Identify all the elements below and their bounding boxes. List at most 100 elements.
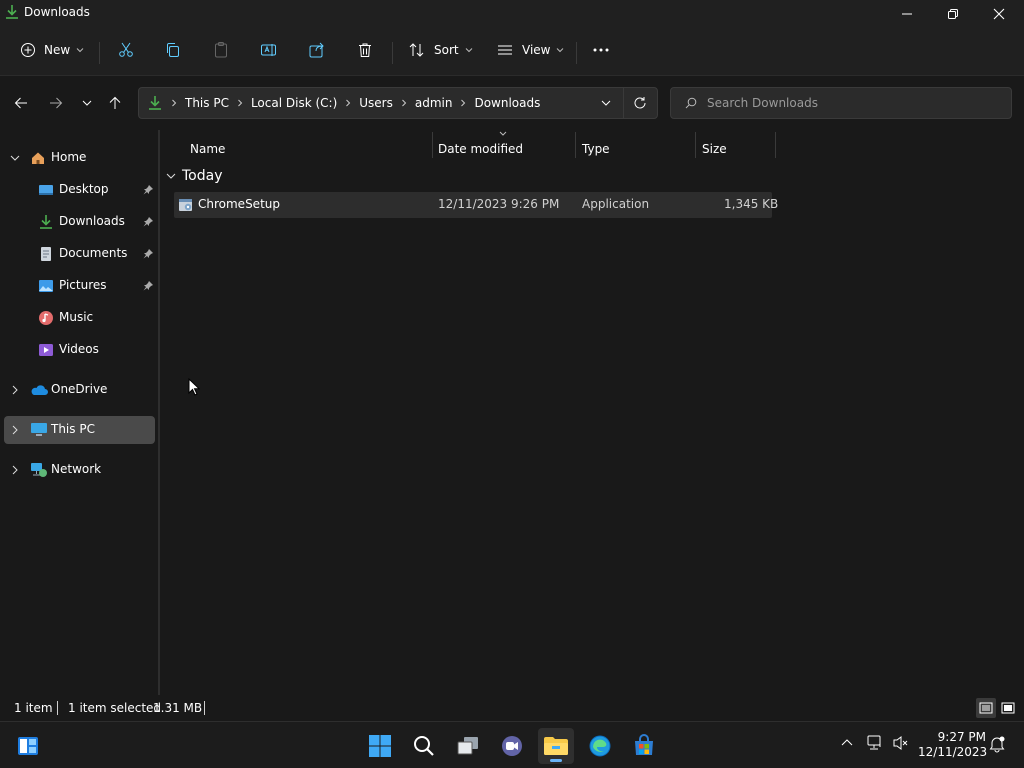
- sidebar-item-network[interactable]: Network: [4, 456, 155, 484]
- file-explorer-taskbar-button[interactable]: [538, 728, 574, 764]
- taskbar-clock[interactable]: 9:27 PM 12/11/2023: [918, 730, 987, 760]
- share-button[interactable]: [308, 36, 326, 64]
- column-header-date-modified[interactable]: Date modified: [438, 138, 523, 160]
- pc-icon: [31, 423, 47, 436]
- view-button[interactable]: View: [496, 36, 564, 64]
- pin-icon[interactable]: [142, 216, 154, 228]
- details-view-icon: [979, 702, 993, 714]
- sidebar-item-documents[interactable]: Documents: [4, 240, 155, 268]
- sidebar-item-pictures[interactable]: Pictures: [4, 272, 155, 300]
- minimize-button[interactable]: [884, 0, 930, 28]
- folder-icon: [544, 737, 568, 755]
- search-taskbar-button[interactable]: [406, 728, 442, 764]
- sidebar-item-home[interactable]: Home: [4, 144, 155, 172]
- item-count: 1 item: [14, 701, 53, 715]
- downloads-app-icon: [4, 4, 20, 20]
- copy-button[interactable]: [164, 36, 182, 64]
- column-header-size[interactable]: Size: [702, 138, 727, 160]
- toolbar-divider: [392, 42, 393, 64]
- see-more-button[interactable]: [592, 36, 610, 64]
- breadcrumb-downloads[interactable]: Downloads: [474, 96, 540, 110]
- sort-icon: [409, 43, 424, 57]
- group-header-today[interactable]: Today: [166, 166, 223, 186]
- task-view-icon: [457, 737, 478, 755]
- search-input[interactable]: [707, 94, 997, 112]
- sidebar-item-this-pc[interactable]: This PC: [4, 416, 155, 444]
- mouse-cursor-icon: [188, 378, 200, 396]
- widgets-button[interactable]: [10, 728, 46, 764]
- close-button[interactable]: [976, 0, 1022, 28]
- column-divider[interactable]: [775, 132, 776, 158]
- forward-button[interactable]: [45, 92, 67, 114]
- onedrive-icon: [31, 385, 48, 395]
- chevron-down-icon: [166, 173, 176, 179]
- notification-bell-icon: [989, 736, 1005, 753]
- recent-locations-button[interactable]: [76, 92, 98, 114]
- sidebar-item-music[interactable]: Music: [4, 304, 155, 332]
- column-divider[interactable]: [432, 132, 433, 158]
- widgets-icon: [18, 737, 38, 755]
- taskbar: 9:27 PM 12/11/2023: [0, 721, 1024, 768]
- chevron-right-icon[interactable]: [10, 465, 20, 475]
- notifications-button[interactable]: [988, 735, 1006, 753]
- show-hidden-icons-button[interactable]: [840, 735, 854, 749]
- sidebar-item-videos[interactable]: Videos: [4, 336, 155, 364]
- column-divider[interactable]: [575, 132, 576, 158]
- pin-icon[interactable]: [142, 280, 154, 292]
- pin-icon[interactable]: [142, 184, 154, 196]
- tiles-view-icon: [1001, 702, 1015, 714]
- scissors-icon: [119, 42, 133, 57]
- sidebar-item-downloads[interactable]: Downloads: [4, 208, 155, 236]
- volume-button[interactable]: [892, 735, 910, 751]
- store-taskbar-button[interactable]: [626, 728, 662, 764]
- pin-icon[interactable]: [142, 248, 154, 260]
- chevron-down-icon[interactable]: [10, 153, 20, 163]
- tiles-view-button[interactable]: [998, 698, 1018, 718]
- address-bar[interactable]: This PC Local Disk (C:) Users admin Down…: [138, 87, 658, 119]
- up-button[interactable]: [104, 92, 126, 114]
- column-header-name[interactable]: Name: [190, 138, 225, 160]
- restore-button[interactable]: [930, 0, 976, 28]
- breadcrumb-users[interactable]: Users: [359, 96, 393, 110]
- file-list: Name Date modified Type Size Today Chrom…: [160, 130, 1024, 695]
- breadcrumb-admin[interactable]: admin: [415, 96, 453, 110]
- search-box[interactable]: [670, 87, 1012, 119]
- sidebar-item-label: Music: [59, 310, 94, 324]
- task-view-button[interactable]: [450, 728, 486, 764]
- cut-button[interactable]: [117, 36, 135, 64]
- paste-button[interactable]: [212, 36, 230, 64]
- status-separator: [204, 701, 205, 715]
- rename-icon: [261, 44, 276, 56]
- start-button[interactable]: [362, 728, 398, 764]
- file-size: 1,345 KB: [724, 197, 779, 211]
- address-dropdown-button[interactable]: [601, 98, 611, 108]
- chevron-right-icon: [172, 99, 177, 107]
- column-divider[interactable]: [695, 132, 696, 158]
- share-icon: [309, 42, 324, 58]
- clock-time: 9:27 PM: [937, 730, 986, 744]
- sidebar-item-onedrive[interactable]: OneDrive: [4, 376, 155, 404]
- address-divider: [623, 88, 624, 118]
- chevron-right-icon[interactable]: [10, 385, 20, 395]
- network-status-button[interactable]: [866, 735, 884, 751]
- column-header-type[interactable]: Type: [582, 138, 610, 160]
- network-icon: [31, 463, 47, 477]
- sidebar-item-desktop[interactable]: Desktop: [4, 176, 155, 204]
- chevron-right-icon[interactable]: [10, 425, 20, 435]
- file-row[interactable]: ChromeSetup 12/11/2023 9:26 PM Applicati…: [174, 192, 778, 218]
- back-button[interactable]: [10, 92, 32, 114]
- sidebar-item-label: This PC: [51, 422, 95, 436]
- refresh-button[interactable]: [633, 96, 647, 110]
- teams-chat-button[interactable]: [494, 728, 530, 764]
- edge-taskbar-button[interactable]: [582, 728, 618, 764]
- delete-button[interactable]: [356, 36, 374, 64]
- sort-button[interactable]: Sort: [408, 36, 473, 64]
- refresh-icon: [634, 97, 646, 109]
- arrow-up-icon: [109, 96, 121, 109]
- status-bar: 1 item 1 item selected 1.31 MB: [0, 695, 1024, 721]
- details-view-button[interactable]: [976, 698, 996, 718]
- new-button[interactable]: New: [20, 36, 84, 64]
- breadcrumb-this-pc[interactable]: This PC: [185, 96, 229, 110]
- rename-button[interactable]: [260, 36, 278, 64]
- breadcrumb-local-disk[interactable]: Local Disk (C:): [251, 96, 337, 110]
